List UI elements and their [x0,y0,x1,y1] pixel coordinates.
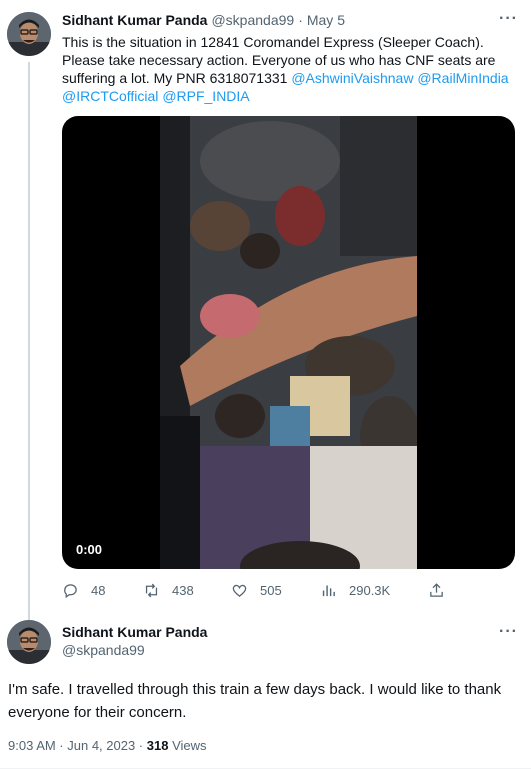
reply-count: 48 [91,583,106,598]
mention-link[interactable]: @IRCTCofficial [62,88,158,104]
heart-icon [232,584,247,597]
reply-text: I'm safe. I travelled through this train… [8,681,502,721]
views-label: Views [168,738,207,753]
like-button[interactable]: 505 [231,582,282,599]
author-handle[interactable]: @skpanda99 [211,12,294,28]
avatar[interactable] [7,12,51,56]
views-number: 318 [146,738,169,753]
more-options-icon[interactable]: ··· [499,10,518,28]
author-handle[interactable]: @skpanda99 [62,642,145,658]
separator-dot: · [298,12,303,28]
retweet-icon [145,583,158,598]
video-player[interactable]: 0:00 [62,116,515,569]
views-count: 290.3K [349,583,391,598]
mention-link[interactable]: @RailMinIndia [417,70,508,86]
tweet-timestamp: 9:03 AM · Jun 4, 2023 · 318 Views [8,738,207,753]
video-timecode: 0:00 [76,542,103,557]
reply-button[interactable]: 48 [62,582,105,599]
retweet-button[interactable]: 438 [143,582,194,599]
avatar[interactable] [7,620,51,664]
share-icon [430,583,443,597]
tweet-date[interactable]: May 5 [307,12,345,28]
author-name[interactable]: Sidhant Kumar Panda [62,12,207,28]
like-count: 505 [260,583,282,598]
views-button[interactable]: 290.3K [320,582,390,599]
mention-link[interactable]: @RPF_INDIA [162,88,249,104]
tweet-text: This is the situation in 12841 Coromande… [62,33,522,105]
mention-link[interactable]: @AshwiniVaishnaw [291,70,413,86]
author-name[interactable]: Sidhant Kumar Panda [62,624,207,640]
tweet-header: Sidhant Kumar Panda @skpanda99 · May 5 [62,12,345,28]
share-button[interactable] [428,582,457,599]
reply-icon [64,584,77,599]
timestamp-text[interactable]: 9:03 AM · Jun 4, 2023 · [8,738,147,753]
video-frame [160,116,417,569]
views-icon [322,585,335,597]
thread-connector-line [28,62,30,620]
more-options-icon[interactable]: ··· [499,623,518,641]
retweet-count: 438 [172,583,194,598]
